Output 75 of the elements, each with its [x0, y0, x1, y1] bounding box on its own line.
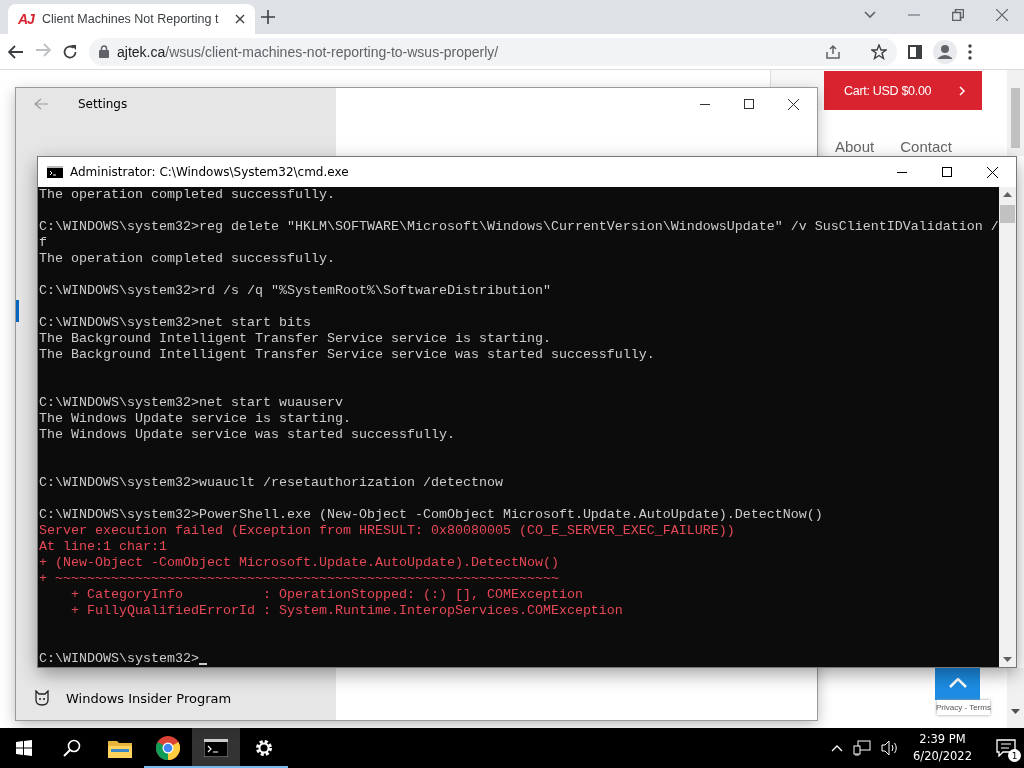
- nav-link[interactable]: About: [835, 138, 875, 155]
- console-line: The operation completed successfully.: [39, 187, 336, 203]
- window-title: Administrator: C:\Windows\System32\cmd.exe: [70, 165, 349, 179]
- side-panel-icon[interactable]: [908, 44, 922, 59]
- gear-icon: [254, 738, 274, 758]
- folder-icon: [108, 738, 132, 758]
- close-icon[interactable]: [788, 98, 799, 110]
- tab-title: Client Machines Not Reporting t: [41, 12, 220, 26]
- notification-count: 1: [1008, 749, 1021, 762]
- star-icon[interactable]: [871, 43, 887, 60]
- console-line: f: [39, 235, 48, 251]
- speaker-icon[interactable]: [881, 740, 900, 756]
- reload-icon[interactable]: [62, 43, 78, 60]
- console-line: The Background Intelligent Transfer Service service was started successfully.: [39, 347, 656, 363]
- console-line: + (New-Object -ComObject Microsoft.Update.AutoUpdate).DetectNow(): [39, 555, 560, 571]
- clock[interactable]: 2:39 PM 6/20/2022: [913, 731, 972, 765]
- window-title: Settings: [78, 97, 128, 111]
- scroll-down-arrow-icon[interactable]: [1003, 657, 1012, 662]
- windows-logo-icon: [16, 740, 32, 756]
- url-text: ajtek.ca/wsus/client-machines-not-reporting-to-wsus-properly/: [117, 43, 499, 60]
- console-line: C:\WINDOWS\system32>PowerShell.exe (New-Object -ComObject Microsoft.Update.AutoUpdate).DetectNow(): [39, 507, 824, 523]
- chevron-down-icon[interactable]: [864, 11, 876, 19]
- console-line: C:\WINDOWS\system32>net start bits: [39, 315, 312, 331]
- console-line: The operation completed successfully.: [39, 251, 336, 267]
- console-icon: [204, 739, 228, 757]
- scrollbar[interactable]: [999, 187, 1016, 667]
- search-icon: [63, 739, 81, 757]
- chevron-right-icon: [959, 85, 966, 96]
- share-icon[interactable]: [825, 43, 841, 60]
- profile-avatar-icon[interactable]: [933, 39, 957, 64]
- console-line: C:\WINDOWS\system32>net start wuauserv: [39, 395, 344, 411]
- address-bar[interactable]: ajtek.ca/wsus/client-machines-not-reporting-to-wsus-properly/: [89, 37, 897, 66]
- browser-tab[interactable]: AJ Client Machines Not Reporting t: [8, 4, 255, 34]
- chrome-logo-icon: [156, 736, 180, 760]
- sidebar-item[interactable]: Windows Insider Program: [16, 690, 336, 706]
- scrollbar[interactable]: [1007, 668, 1024, 728]
- console-line: C:\WINDOWS\system32>rd /s /q "%SystemRoot%\SoftwareDistribution": [39, 283, 552, 299]
- maximize-icon[interactable]: [744, 99, 754, 109]
- minimize-icon[interactable]: [700, 103, 710, 105]
- console-prompt: C:\WINDOWS\system32>: [39, 651, 199, 667]
- close-icon[interactable]: [987, 166, 998, 178]
- recaptcha-links[interactable]: Privacy - Terms: [937, 700, 990, 715]
- console-line: C:\WINDOWS\system32>wuauclt /resetauthorization /detectnow: [39, 475, 504, 491]
- taskbar-button[interactable]: [192, 728, 240, 768]
- selection-indicator: [16, 300, 19, 322]
- notification-icon[interactable]: [996, 739, 1016, 757]
- restore-icon[interactable]: [952, 9, 964, 21]
- console-line: + FullyQualifiedErrorId : System.Runtime.InteropServices.COMException: [70, 603, 624, 619]
- site-logo: AJ: [18, 11, 34, 27]
- cat-face-icon: [34, 690, 50, 706]
- scroll-down-arrow-icon[interactable]: [1011, 709, 1020, 714]
- console-line: C:\WINDOWS\system32>reg delete "HKLM\SOFTWARE\Microsoft\Windows\CurrentVersion\WindowsUpdate" /v SusClientIDValidation /: [39, 219, 999, 235]
- console-line: At line:1 char:1: [39, 539, 168, 555]
- chevron-up-icon: [948, 677, 967, 688]
- plus-icon[interactable]: [261, 10, 275, 24]
- console-line: Server execution failed (Exception from HRESULT: 0x80080005 (CO_E_SERVER_EXEC_FAILURE)): [39, 523, 736, 539]
- back-arrow-icon[interactable]: [8, 44, 24, 59]
- scroll-thumb[interactable]: [1000, 205, 1015, 223]
- network-icon[interactable]: [853, 740, 872, 756]
- nav-link[interactable]: Contact: [900, 138, 952, 155]
- console-icon: [47, 166, 63, 178]
- console-line: The Background Intelligent Transfer Service service is starting.: [39, 331, 552, 347]
- chevron-up-icon[interactable]: [831, 744, 844, 752]
- menu-icon[interactable]: [968, 43, 972, 60]
- scrollbar[interactable]: [1007, 70, 1024, 156]
- close-icon[interactable]: [235, 14, 245, 24]
- console-line: + CategoryInfo : OperationStopped: (:) [], COMException: [70, 587, 584, 603]
- minimize-icon[interactable]: [897, 171, 907, 173]
- scroll-up-arrow-icon[interactable]: [1003, 192, 1012, 197]
- maximize-icon[interactable]: [942, 167, 952, 177]
- lock-icon: [99, 45, 109, 58]
- cart-button[interactable]: Cart: USD $0.00: [824, 71, 982, 110]
- console-line: The Windows Update service was started successfully.: [39, 427, 456, 443]
- console-line: The Windows Update service is starting.: [39, 411, 352, 427]
- console-line: + ~~~~~~~~~~~~~~~~~~~~~~~~~~~~~~~~~~~~~~~~~~~~~~~~~~~~~~~~~~~~~~~: [39, 571, 560, 587]
